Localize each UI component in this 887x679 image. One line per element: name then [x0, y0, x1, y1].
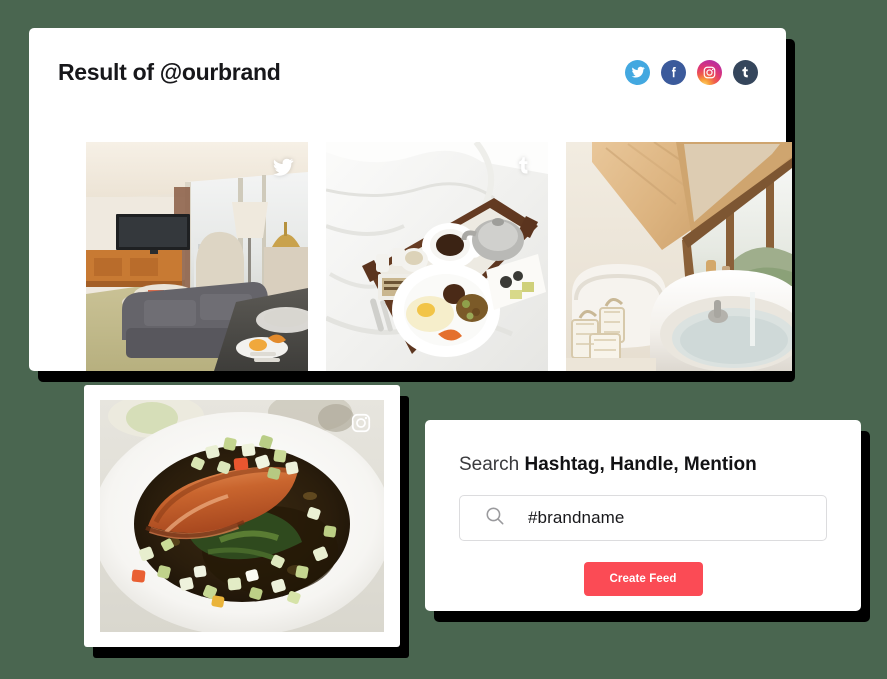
results-header: Result of @ourbrand — [29, 28, 786, 116]
create-feed-button[interactable]: Create Feed — [583, 562, 703, 596]
twitter-icon — [272, 156, 294, 183]
food-image — [100, 400, 384, 632]
thumbnail-breakfast-tray[interactable] — [326, 142, 548, 371]
thumbnail-image — [566, 142, 792, 371]
food-post-card[interactable] — [84, 385, 400, 647]
app-stage: Result of @ourbrand Search Hashtag, Hand… — [0, 0, 887, 679]
search-input-value[interactable]: #brandname — [528, 508, 624, 528]
page-title: Result of @ourbrand — [58, 58, 281, 85]
thumbnail-hotel-suite[interactable] — [86, 142, 308, 371]
results-panel: Result of @ourbrand — [29, 28, 792, 371]
twitter-icon[interactable] — [625, 59, 650, 85]
instagram-icon — [350, 412, 372, 439]
thumbnail-attic-bathroom[interactable] — [566, 142, 792, 371]
search-icon — [484, 505, 506, 532]
social-icon-row — [625, 59, 758, 85]
tumblr-icon[interactable] — [733, 59, 758, 85]
food-image-wrapper — [100, 400, 384, 632]
search-panel: Search Hashtag, Handle, Mention #brandna… — [425, 420, 861, 611]
instagram-icon[interactable] — [697, 59, 722, 85]
search-heading-emphasis: Hashtag, Handle, Mention — [524, 454, 757, 475]
search-input[interactable]: #brandname — [459, 495, 827, 541]
search-panel-heading: Search Hashtag, Handle, Mention — [459, 454, 827, 476]
search-heading-prefix: Search — [459, 454, 525, 475]
tumblr-icon — [514, 156, 534, 181]
results-thumbnail-grid — [86, 142, 792, 371]
facebook-icon[interactable] — [661, 59, 686, 85]
